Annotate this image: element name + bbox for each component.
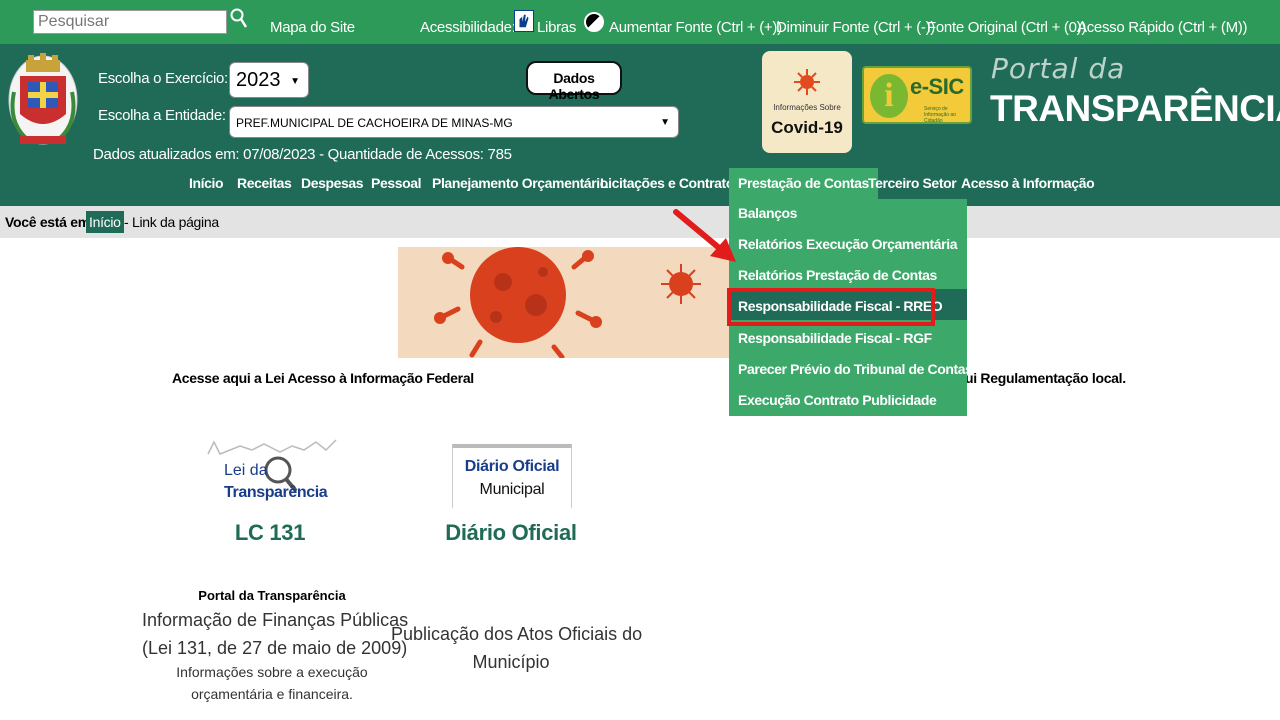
esic-title: e-SIC (910, 74, 964, 99)
original-font-link[interactable]: Fonte Original (Ctrl + (0)) (927, 19, 1086, 36)
nav-prestacao-de-contas[interactable]: Prestação de Contas (729, 168, 878, 200)
covid-subtitle: Informações Sobre (773, 103, 841, 112)
lei-transparencia-logo[interactable]: Lei da Transparência (200, 436, 340, 512)
menu-item-balancos[interactable]: Balanços (738, 205, 797, 221)
nav-licitacoes[interactable]: Licitações e Contratos (600, 168, 742, 200)
covid-title: Covid-19 (771, 118, 843, 137)
local-regulation-link[interactable]: ui Regulamentação local. (965, 370, 1126, 386)
chevron-down-icon: ▼ (290, 76, 300, 87)
menu-item-relatorios-execucao[interactable]: Relatórios Execução Orçamentária (738, 236, 957, 252)
red-arrow-icon (673, 209, 736, 262)
menu-item-relatorios-prestacao[interactable]: Relatórios Prestação de Contas (738, 267, 937, 283)
breadcrumb-label: Você está em: (5, 214, 95, 230)
lc131-line3: Informações sobre a execução (176, 664, 368, 680)
lc131-line4: orçamentária e financeira. (191, 686, 353, 702)
portal-logo-title: TRANSPARÊNCIA (990, 88, 1280, 129)
update-status: Dados atualizados em: 07/08/2023 - Quant… (93, 146, 512, 163)
menu-item-parecer-previo[interactable]: Parecer Prévio do Tribunal de Contas (738, 361, 973, 377)
lc131-heading: Portal da Transparência (198, 588, 346, 603)
breadcrumb-current: - Link da página (124, 214, 219, 230)
menu-item-contrato-publicidade[interactable]: Execução Contrato Publicidade (738, 392, 937, 408)
virus-icon (794, 69, 820, 95)
lc131-title[interactable]: LC 131 (200, 520, 340, 546)
nav-terceiro-setor[interactable]: Terceiro Setor (868, 168, 957, 200)
federal-law-link[interactable]: Acesse aqui a Lei Acesso à Informação Fe… (172, 370, 474, 386)
nav-pessoal[interactable]: Pessoal (371, 168, 422, 200)
diario-logo-line1: Diário Oficial (464, 458, 560, 475)
entity-select[interactable]: PREF.MUNICIPAL DE CACHOEIRA DE MINAS-MG … (229, 106, 679, 138)
lei-logo-line2: Transparência (224, 484, 328, 501)
search-input[interactable] (33, 10, 227, 34)
sitemap-link[interactable]: Mapa do Site (270, 19, 355, 36)
lc131-line1: Informação de Finanças Públicas (142, 610, 409, 630)
nav-despesas[interactable]: Despesas (301, 168, 364, 200)
esic-subtitle: Serviço de Informação ao Cidadão (924, 106, 956, 124)
entity-value: PREF.MUNICIPAL DE CACHOEIRA DE MINAS-MG (236, 116, 513, 130)
year-select[interactable]: 2023 ▼ (229, 62, 309, 98)
breadcrumb: Você está em: Início - Link da página (0, 206, 1280, 238)
nav-planejamento[interactable]: Planejamento Orçamentário (432, 168, 608, 200)
contrast-icon[interactable] (584, 12, 604, 32)
increase-font-link[interactable]: Aumentar Fonte (Ctrl + (+)) (609, 19, 782, 36)
esic-card[interactable]: i e-SIC Serviço de Informação ao Cidadão (862, 66, 972, 124)
diario-oficial-logo[interactable]: Diário Oficial Municipal (452, 444, 572, 508)
decrease-font-link[interactable]: Diminuir Fonte (Ctrl + (-)) (776, 19, 935, 36)
year-label: Escolha o Exercício: (98, 70, 228, 87)
highlight-box (727, 288, 935, 326)
diario-line2: Município (472, 652, 550, 672)
open-data-button[interactable]: Dados Abertos (526, 61, 622, 102)
lei-logo-line1: Lei da (224, 462, 268, 479)
diario-line1: Publicação dos Atos Oficiais do (391, 624, 643, 644)
search-icon[interactable] (230, 8, 248, 30)
accessibility-label: Acessibilidade: (420, 19, 516, 36)
municipal-crest-logo[interactable] (6, 52, 80, 154)
year-value: 2023 (236, 69, 281, 91)
lc131-line2: (Lei 131, de 27 de maio de 2009) (142, 638, 408, 658)
portal-logo-small: Portal da (991, 52, 1126, 85)
diario-oficial-title[interactable]: Diário Oficial (431, 520, 591, 546)
chevron-down-icon: ▼ (660, 117, 670, 128)
menu-item-rgf[interactable]: Responsabilidade Fiscal - RGF (738, 330, 932, 346)
accessibility-bar: Mapa do Site Acessibilidade: Libras Aume… (0, 0, 1280, 44)
entity-label: Escolha a Entidade: (98, 107, 226, 124)
nav-inicio[interactable]: Início (189, 168, 224, 200)
covid-info-card[interactable]: Informações Sobre Covid-19 (762, 51, 852, 153)
info-icon: i (870, 74, 908, 118)
quick-access-link[interactable]: Acesso Rápido (Ctrl + (M)) (1077, 19, 1247, 36)
diario-logo-line2: Municipal (479, 481, 545, 498)
nav-acesso-informacao[interactable]: Acesso à Informação (961, 168, 1095, 200)
nav-receitas[interactable]: Receitas (237, 168, 292, 200)
libras-link[interactable]: Libras (537, 19, 576, 36)
breadcrumb-home-link[interactable]: Início (86, 211, 124, 233)
libras-icon[interactable] (514, 10, 534, 32)
